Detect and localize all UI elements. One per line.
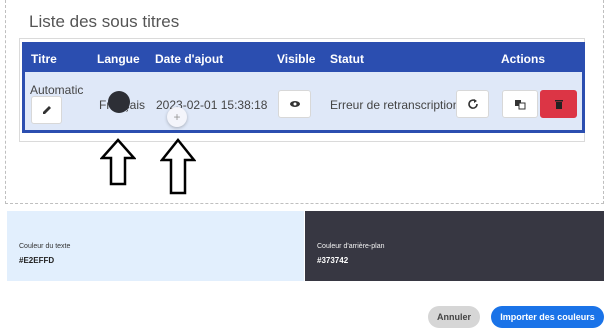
- arrow-up-icon: [100, 138, 136, 186]
- arrow-up-icon: [160, 138, 196, 195]
- header-date: Date d'ajout: [155, 52, 224, 66]
- row-title: Automatic: [30, 83, 84, 97]
- cancel-button[interactable]: Annuler: [428, 306, 480, 328]
- header-visible: Visible: [277, 52, 316, 66]
- background-color-swatch[interactable]: Couleur d'arrière-plan #373742: [305, 211, 604, 281]
- retry-button[interactable]: [456, 90, 489, 118]
- row-status: Erreur de retranscription: [330, 98, 460, 112]
- eye-icon: [289, 101, 300, 107]
- header-title: Titre: [31, 52, 57, 66]
- translate-button[interactable]: [502, 90, 538, 118]
- add-subtitle-button[interactable]: +: [167, 107, 187, 127]
- text-color-label: Couleur du texte: [19, 243, 71, 250]
- refresh-icon: [467, 99, 478, 109]
- header-actions: Actions: [501, 52, 546, 66]
- section-title: Liste des sous titres: [29, 12, 180, 31]
- import-colors-button[interactable]: Importer des couleurs: [491, 306, 604, 328]
- pencil-icon: [42, 106, 51, 114]
- header-status: Statut: [330, 52, 364, 66]
- cursor-dot: [108, 91, 130, 113]
- trash-icon: [554, 100, 563, 109]
- subtitles-table: Titre Langue Date d'ajout Visible Statut…: [22, 42, 585, 133]
- delete-button[interactable]: [540, 90, 577, 118]
- background-color-value: #373742: [317, 256, 349, 265]
- edit-button[interactable]: [31, 96, 62, 124]
- header-language: Langue: [97, 52, 140, 66]
- text-color-swatch[interactable]: Couleur du texte #E2EFFD: [7, 211, 304, 281]
- visible-toggle[interactable]: [278, 90, 311, 118]
- table-header: Titre Langue Date d'ajout Visible Statut…: [25, 45, 582, 72]
- translate-icon: [515, 100, 526, 110]
- background-color-label: Couleur d'arrière-plan: [317, 243, 385, 250]
- text-color-value: #E2EFFD: [19, 256, 55, 265]
